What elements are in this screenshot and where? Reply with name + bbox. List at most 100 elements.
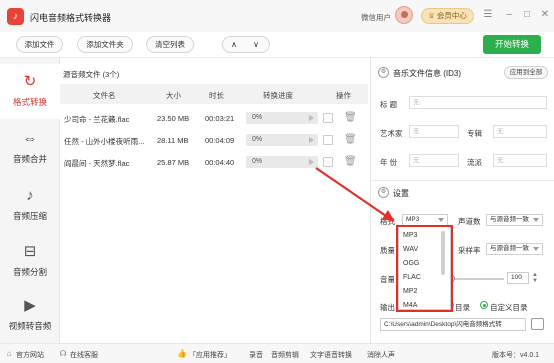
- file-duration: 00:03:21: [205, 114, 235, 123]
- volume-slider-track[interactable]: [450, 278, 504, 280]
- id3-title: 音乐文件信息 (ID3): [393, 69, 461, 78]
- apply-to-all-button[interactable]: 应用到全部: [504, 66, 548, 79]
- vip-center-button[interactable]: ♕ 会员中心: [421, 8, 474, 24]
- recommend-label: 「应用推荐」: [189, 352, 231, 359]
- sidebar-item-label: 格式转换: [12, 97, 47, 107]
- sidebar-item-format-convert[interactable]: ↻ 格式转换: [0, 64, 60, 119]
- reorder-buttons: ∧ ∨: [222, 36, 270, 53]
- progress-bar: 0%: [246, 134, 318, 146]
- split-icon: ⊟: [23, 243, 37, 260]
- home-icon[interactable]: ⌂: [4, 349, 14, 359]
- record-link[interactable]: 录音: [249, 350, 263, 360]
- maximize-icon[interactable]: □: [521, 9, 533, 21]
- sidebar-item-label: 音频合并: [12, 154, 47, 164]
- file-size: 25.87 MB: [157, 158, 190, 167]
- format-label: 格式: [380, 217, 395, 226]
- volume-input[interactable]: 100: [507, 272, 529, 284]
- clear-list-button[interactable]: 清空列表: [146, 36, 194, 53]
- crown-icon: ♕: [428, 11, 437, 20]
- sidebar-item-label: 视频转音频: [8, 321, 52, 331]
- audio-edit-link[interactable]: 音频剪辑: [271, 350, 299, 360]
- move-down-button[interactable]: ∨: [245, 37, 267, 52]
- title-label: 标 题: [380, 100, 398, 109]
- folder-icon[interactable]: [531, 318, 544, 330]
- file-size: 23.50 MB: [157, 114, 190, 123]
- year-label: 年 份: [380, 158, 398, 167]
- file-name: 任然 - 山外小楼夜听雨...: [64, 137, 145, 146]
- close-icon[interactable]: ✕: [539, 9, 551, 21]
- genre-label: 流派: [467, 158, 482, 167]
- toolbar: 添加文件 添加文件夹 清空列表 ∧ ∨ 开始转换: [0, 32, 554, 58]
- column-header-actions: 操作: [336, 91, 351, 100]
- tts-link[interactable]: 文字语音转换: [310, 350, 352, 360]
- user-name[interactable]: 微信用户: [361, 12, 391, 23]
- move-up-button[interactable]: ∧: [223, 37, 245, 52]
- album-field[interactable]: 无: [493, 125, 547, 138]
- sidebar-item-label: 音频分割: [12, 267, 47, 277]
- vip-label: 会员中心: [436, 11, 467, 20]
- progress-bar: 0%: [246, 156, 318, 168]
- year-field[interactable]: 无: [409, 154, 459, 167]
- sidebar-item-label: 音频压缩: [12, 211, 47, 221]
- column-header-filename: 文件名: [93, 91, 116, 100]
- trash-icon[interactable]: 🗑: [344, 111, 357, 124]
- trash-icon[interactable]: 🗑: [344, 133, 357, 146]
- sidebar-item-audio-compress[interactable]: ♪ 音频压缩: [0, 178, 60, 233]
- online-support-link[interactable]: 在线客服: [70, 350, 98, 360]
- table-row[interactable]: 阎晨间 - 天然梦.flac 25.87 MB 00:04:40 0% 🗑: [60, 151, 368, 173]
- gear-icon: ⚙: [378, 67, 389, 78]
- avatar[interactable]: [395, 6, 413, 24]
- table-row[interactable]: 少司命 - 兰花籁.flac 23.50 MB 00:03:21 0% 🗑: [60, 107, 368, 129]
- version-label: 版本号：v4.0.1: [492, 352, 540, 359]
- channels-label: 声道数: [458, 217, 481, 226]
- trash-icon[interactable]: 🗑: [344, 155, 357, 168]
- progress-bar: 0%: [246, 112, 318, 124]
- artist-label: 艺术家: [380, 129, 403, 138]
- file-name: 阎晨间 - 天然梦.flac: [64, 159, 130, 168]
- menu-icon[interactable]: ☰: [482, 9, 494, 21]
- album-label: 专辑: [467, 129, 482, 138]
- output-path-field[interactable]: C:\Users\admin\Desktop\闪电音频格式转: [380, 318, 526, 331]
- samplerate-select[interactable]: 与源音频一致: [486, 243, 543, 255]
- highlight-box: [396, 225, 453, 312]
- volume-label: 音量: [380, 275, 395, 284]
- settings-gear-icon: ⚙: [378, 187, 389, 198]
- column-header-progress: 转换进度: [263, 91, 293, 100]
- column-header-duration: 时长: [209, 91, 224, 100]
- play-arrow-icon: [309, 159, 314, 165]
- artist-field[interactable]: 无: [409, 125, 459, 138]
- merge-icon: ⇔: [22, 130, 38, 147]
- id3-header: ⚙ 音乐文件信息 (ID3) 应用到全部: [371, 65, 554, 81]
- minimize-icon[interactable]: –: [503, 9, 515, 21]
- genre-field[interactable]: 无: [493, 154, 547, 167]
- sidebar-item-audio-merge[interactable]: ⇔ 音频合并: [0, 121, 60, 176]
- samplerate-label: 采样率: [458, 246, 481, 255]
- edit-icon[interactable]: [323, 135, 333, 145]
- start-convert-button[interactable]: 开始转换: [483, 35, 541, 54]
- file-list-header: 源音频文件 (3个): [60, 64, 368, 80]
- volume-spinner[interactable]: ▲ ▼: [530, 272, 540, 284]
- headset-icon[interactable]: ☊: [58, 349, 68, 359]
- sidebar-item-video-to-audio[interactable]: ▶ 视频转音频: [0, 288, 60, 343]
- progress-text: 0%: [252, 158, 263, 165]
- add-folder-button[interactable]: 添加文件夹: [77, 36, 133, 53]
- title-field[interactable]: 无: [409, 96, 547, 109]
- sidebar-item-audio-split[interactable]: ⊟ 音频分割: [0, 234, 60, 289]
- file-duration: 00:04:40: [205, 158, 235, 167]
- progress-text: 0%: [252, 136, 263, 143]
- table-header: 文件名 大小 时长 转换进度 操作: [60, 84, 368, 104]
- edit-icon[interactable]: [323, 113, 333, 123]
- file-size: 28.11 MB: [157, 136, 189, 145]
- table-row[interactable]: 任然 - 山外小楼夜听雨... 28.11 MB 00:04:09 0% 🗑: [60, 129, 368, 151]
- refresh-icon: ↻: [23, 73, 37, 90]
- spin-down-icon[interactable]: ▼: [530, 278, 540, 284]
- custom-dir-radio[interactable]: [480, 301, 488, 309]
- settings-title: 设置: [393, 189, 409, 198]
- play-arrow-icon: [309, 115, 314, 121]
- edit-icon[interactable]: [323, 157, 333, 167]
- app-logo-icon: ♪: [7, 8, 24, 25]
- add-file-button[interactable]: 添加文件: [16, 36, 63, 53]
- channels-select[interactable]: 与源音频一致: [486, 214, 543, 226]
- vocal-remove-link[interactable]: 消除人声: [367, 350, 395, 360]
- official-site-link[interactable]: 官方网站: [16, 350, 44, 360]
